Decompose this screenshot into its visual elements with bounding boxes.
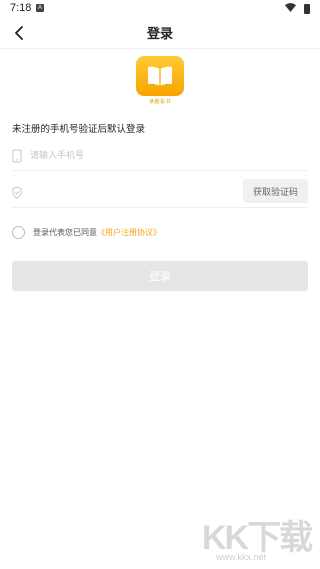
shield-check-icon — [12, 184, 22, 203]
agree-checkbox[interactable] — [12, 225, 25, 239]
code-input[interactable] — [30, 180, 230, 202]
page-title: 登录 — [146, 26, 173, 41]
code-row: 获取验证码 — [12, 174, 308, 208]
watermark-url: www.kkx.net — [216, 552, 267, 562]
open-book-icon — [148, 66, 172, 86]
wifi-icon — [285, 3, 296, 15]
phone-input[interactable] — [30, 145, 300, 167]
phone-icon — [12, 148, 22, 167]
app-logo: 读趣看书 — [136, 56, 184, 106]
user-agreement-link[interactable]: 《用户注册协议》 — [97, 227, 161, 238]
status-bar: 7:18 A — [0, 0, 320, 18]
phone-row — [12, 141, 308, 171]
nav-bar: 登录 — [0, 18, 320, 48]
agreement-row: 登录代表您已同意 《用户注册协议》 — [12, 224, 161, 240]
battery-icon — [304, 4, 310, 14]
status-time: 7:18 — [10, 2, 32, 14]
agreement-text: 登录代表您已同意 — [33, 227, 97, 237]
get-code-button[interactable]: 获取验证码 — [243, 179, 308, 203]
logo-tile — [136, 56, 184, 96]
nav-divider — [0, 48, 320, 49]
login-button[interactable]: 登录 — [12, 261, 308, 291]
login-hint: 未注册的手机号验证后默认登录 — [12, 124, 146, 135]
notification-badge: A — [36, 4, 44, 12]
watermark: KK下载 www.kkx.net — [202, 510, 317, 566]
logo-caption: 读趣看书 — [148, 99, 171, 105]
